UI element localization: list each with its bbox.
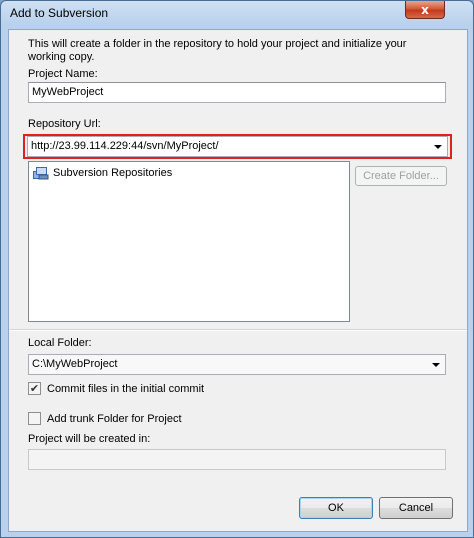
cancel-button[interactable]: Cancel <box>379 497 453 519</box>
repository-url-highlight <box>23 134 452 159</box>
project-name-input[interactable]: MyWebProject <box>28 82 446 103</box>
check-icon: ✔ <box>29 382 40 395</box>
repository-url-label: Repository Url: <box>28 118 101 130</box>
chevron-down-icon <box>431 362 440 367</box>
ok-button[interactable]: OK <box>299 497 373 519</box>
close-button[interactable]: x <box>405 1 445 19</box>
local-folder-label: Local Folder: <box>28 337 92 349</box>
repositories-tree[interactable]: Subversion Repositories <box>28 161 350 322</box>
dialog-body: This will create a folder in the reposit… <box>8 29 468 532</box>
create-folder-label: Create Folder... <box>363 170 439 182</box>
project-name-label: Project Name: <box>28 68 98 80</box>
title-bar[interactable]: Add to Subversion x <box>1 1 473 25</box>
add-trunk-checkbox-row[interactable]: Add trunk Folder for Project <box>28 412 182 425</box>
tree-item-label: Subversion Repositories <box>53 167 173 179</box>
ok-label: OK <box>328 502 344 514</box>
local-folder-dropdown-button[interactable] <box>428 357 443 372</box>
add-trunk-label: Add trunk Folder for Project <box>47 412 182 425</box>
commit-files-checkbox-row[interactable]: ✔ Commit files in the initial commit <box>28 382 204 395</box>
window-title: Add to Subversion <box>10 6 109 20</box>
intro-text: This will create a folder in the reposit… <box>28 38 407 63</box>
repository-icon <box>33 167 49 180</box>
divider <box>9 329 467 331</box>
created-in-field <box>28 449 446 470</box>
local-folder-value: C:\MyWebProject <box>32 358 118 370</box>
close-icon: x <box>421 2 429 17</box>
created-in-label: Project will be created in: <box>28 433 151 445</box>
add-trunk-checkbox[interactable] <box>28 412 41 425</box>
commit-files-label: Commit files in the initial commit <box>47 382 205 395</box>
commit-files-checkbox[interactable]: ✔ <box>28 382 41 395</box>
local-folder-combobox[interactable]: C:\MyWebProject <box>28 354 446 375</box>
cancel-label: Cancel <box>398 502 434 514</box>
create-folder-button[interactable]: Create Folder... <box>355 166 447 186</box>
project-name-value: MyWebProject <box>32 86 104 98</box>
dialog-window: Add to Subversion x This will create a f… <box>0 0 474 538</box>
tree-item-subversion-repositories[interactable]: Subversion Repositories <box>33 166 172 180</box>
